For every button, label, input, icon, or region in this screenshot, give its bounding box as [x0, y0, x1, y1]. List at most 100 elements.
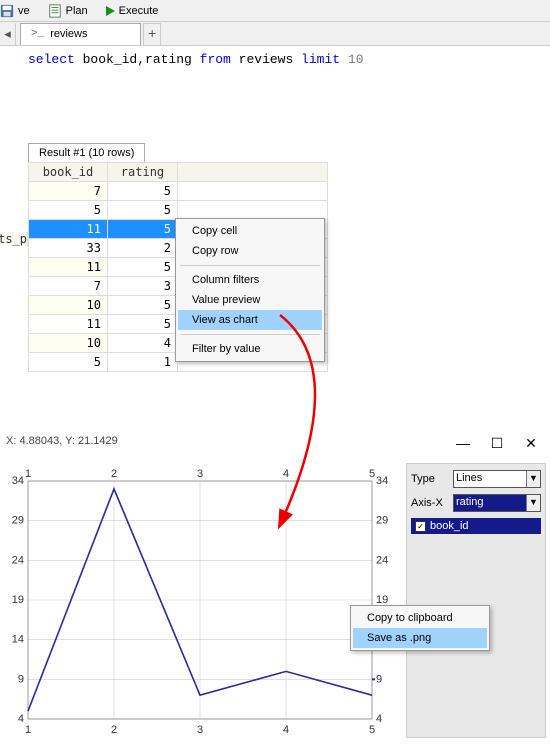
- cell-rating[interactable]: 5: [107, 201, 177, 220]
- kw-from: from: [200, 52, 231, 67]
- cell-book_id[interactable]: 5: [29, 353, 108, 372]
- col-header-book_id[interactable]: book_id: [29, 163, 108, 182]
- svg-text:1: 1: [25, 724, 31, 736]
- kw-select: select: [28, 52, 75, 67]
- plan-button[interactable]: Plan: [48, 4, 88, 18]
- chart-context-menu: Copy to clipboard Save as .png: [350, 605, 490, 651]
- result-tab-1[interactable]: Result #1 (10 rows): [28, 143, 145, 162]
- editor-table: reviews: [231, 52, 301, 67]
- type-value: Lines: [456, 472, 482, 484]
- menu-copy-clipboard[interactable]: Copy to clipboard: [353, 608, 487, 628]
- menu-column-filters[interactable]: Column filters: [178, 270, 322, 290]
- cell-rating[interactable]: 2: [107, 239, 177, 258]
- add-tab-button[interactable]: +: [143, 23, 161, 45]
- col-header-blank: [178, 163, 328, 182]
- config-type-select[interactable]: Lines ▼: [453, 470, 541, 488]
- svg-text:3: 3: [197, 724, 203, 736]
- svg-text:14: 14: [12, 634, 24, 646]
- table-row[interactable]: 55: [29, 201, 328, 220]
- coord-y-value: 21.1429: [78, 435, 118, 447]
- svg-text:2: 2: [111, 468, 117, 480]
- dropdown-arrow-icon: ▼: [526, 495, 540, 511]
- menu-view-as-chart[interactable]: View as chart: [178, 310, 322, 330]
- cell-rating[interactable]: 4: [107, 334, 177, 353]
- sidebar-fragment: ts_p: [0, 232, 28, 246]
- cell-rating[interactable]: 5: [107, 296, 177, 315]
- cell-book_id[interactable]: 11: [29, 220, 108, 239]
- execute-label: Execute: [119, 5, 159, 17]
- tab-close-area[interactable]: ◂: [0, 23, 16, 45]
- cell-book_id[interactable]: 11: [29, 315, 108, 334]
- cell-book_id[interactable]: 5: [29, 201, 108, 220]
- svg-text:24: 24: [376, 554, 388, 566]
- cell-rating[interactable]: 5: [107, 315, 177, 334]
- cell-book_id[interactable]: 7: [29, 277, 108, 296]
- editor-cols: book_id,rating: [75, 52, 200, 67]
- result-tabs: Result #1 (10 rows): [0, 143, 550, 162]
- play-icon: [106, 6, 115, 16]
- cell-book_id[interactable]: 10: [29, 334, 108, 353]
- config-axisx-select[interactable]: rating ▼: [453, 494, 541, 512]
- window-controls: — ☐ ✕: [452, 435, 542, 452]
- coord-sep: , Y:: [59, 435, 78, 447]
- window-minimize-button[interactable]: —: [452, 435, 474, 452]
- cell-book_id[interactable]: 33: [29, 239, 108, 258]
- chart-area: X: 4.88043, Y: 21.1429 12345449914141919…: [0, 435, 550, 745]
- line-chart[interactable]: 1234544991414191924242929343412345: [0, 463, 400, 743]
- coord-x-label: X:: [6, 435, 19, 447]
- cell-rating[interactable]: 5: [107, 182, 177, 201]
- config-series-book_id[interactable]: ✓ book_id: [411, 518, 541, 534]
- window-close-button[interactable]: ✕: [520, 435, 542, 452]
- menu-copy-row[interactable]: Copy row: [178, 241, 322, 261]
- svg-text:29: 29: [376, 515, 388, 527]
- cell-book_id[interactable]: 11: [29, 258, 108, 277]
- window-maximize-button[interactable]: ☐: [486, 435, 508, 452]
- cell-rating[interactable]: 1: [107, 353, 177, 372]
- svg-text:24: 24: [12, 554, 24, 566]
- kw-limit: limit: [301, 52, 340, 67]
- execute-button[interactable]: Execute: [106, 5, 159, 17]
- svg-text:4: 4: [283, 724, 289, 736]
- menu-filter-by-value[interactable]: Filter by value: [178, 339, 322, 359]
- save-button[interactable]: ve: [0, 4, 30, 18]
- cell-rating[interactable]: 5: [107, 258, 177, 277]
- svg-text:4: 4: [376, 713, 382, 725]
- coord-x-value: 4.88043: [19, 435, 59, 447]
- grid-context-menu: Copy cell Copy row Column filters Value …: [175, 218, 325, 362]
- series-label: book_id: [430, 520, 469, 532]
- svg-text:34: 34: [12, 475, 24, 487]
- cell-rating[interactable]: 5: [107, 220, 177, 239]
- svg-text:29: 29: [12, 515, 24, 527]
- axisx-value: rating: [456, 496, 484, 508]
- svg-text:1: 1: [25, 468, 31, 480]
- cell-book_id[interactable]: 7: [29, 182, 108, 201]
- svg-text:4: 4: [18, 713, 24, 725]
- col-header-rating[interactable]: rating: [107, 163, 177, 182]
- dropdown-arrow-icon: ▼: [526, 471, 540, 487]
- table-row[interactable]: 75: [29, 182, 328, 201]
- svg-text:3: 3: [197, 468, 203, 480]
- sql-editor[interactable]: select book_id,rating from reviews limit…: [0, 46, 550, 73]
- cell-rating[interactable]: 3: [107, 277, 177, 296]
- svg-text:5: 5: [369, 468, 375, 480]
- config-axisx-label: Axis-X: [411, 497, 447, 509]
- cell-book_id[interactable]: 10: [29, 296, 108, 315]
- menu-copy-cell[interactable]: Copy cell: [178, 221, 322, 241]
- tab-reviews[interactable]: >_ reviews: [20, 23, 141, 45]
- svg-text:2: 2: [111, 724, 117, 736]
- menu-save-png[interactable]: Save as .png: [353, 628, 487, 648]
- save-label: ve: [18, 5, 30, 17]
- cell-blank: [178, 201, 328, 220]
- config-type-label: Type: [411, 473, 447, 485]
- menu-separator: [180, 265, 320, 266]
- console-icon: >_: [31, 28, 44, 40]
- plan-icon: [48, 4, 62, 18]
- svg-text:19: 19: [12, 594, 24, 606]
- svg-text:5: 5: [369, 724, 375, 736]
- menu-value-preview[interactable]: Value preview: [178, 290, 322, 310]
- checkbox-icon[interactable]: ✓: [415, 521, 426, 532]
- menu-separator: [180, 334, 320, 335]
- chart-config-pane: Type Lines ▼ Axis-X rating ▼ ✓ book_id: [406, 463, 546, 738]
- cell-blank: [178, 182, 328, 201]
- svg-text:9: 9: [18, 673, 24, 685]
